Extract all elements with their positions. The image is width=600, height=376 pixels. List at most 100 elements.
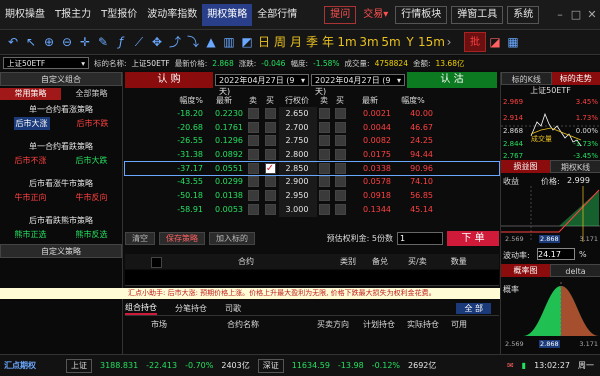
chart-down-icon[interactable]: ⤵ — [184, 30, 202, 54]
period-3m[interactable]: 3m — [358, 30, 380, 54]
table-row[interactable]: -58.91 0.0053 3.000 0.1344 45.14 — [125, 202, 499, 217]
tab-other[interactable]: 司歌 — [225, 303, 241, 314]
sell-checkbox[interactable] — [318, 121, 330, 133]
arrow-right-icon[interactable]: › — [440, 30, 458, 54]
menu-system[interactable]: 系统 — [507, 5, 540, 24]
batch-button[interactable]: 批 — [464, 32, 486, 52]
zoom-in-icon[interactable]: ⊕ — [40, 30, 58, 54]
tab-pnl[interactable]: 损益图 — [501, 160, 550, 173]
buy-checkbox[interactable] — [264, 108, 276, 119]
close-icon[interactable]: ✕ — [584, 8, 600, 21]
table-row[interactable]: -20.68 0.1761 2.700 0.0044 46.67 — [125, 120, 499, 135]
tab-trend[interactable]: 标的走势 — [551, 72, 600, 85]
quantity-input[interactable] — [397, 232, 443, 245]
buy-checkbox[interactable] — [334, 149, 346, 161]
strategy-no-rise[interactable]: 后市不涨 — [15, 154, 47, 167]
tab-split-position[interactable]: 分笔持仓 — [175, 303, 207, 314]
area-chart-icon[interactable]: ◩ — [238, 30, 256, 54]
menu-t-main[interactable]: T报主力 — [50, 4, 96, 26]
underlying-select[interactable]: 上证50ETF ▾ — [3, 57, 89, 69]
select-all-checkbox[interactable] — [151, 256, 162, 268]
volatility-input[interactable] — [537, 248, 575, 260]
grid-icon[interactable]: ▦ — [504, 30, 522, 54]
sell-checkbox[interactable] — [247, 162, 259, 174]
expiry-select-left[interactable]: 2022年04月27日 (9天) ▾ — [215, 74, 309, 96]
table-row[interactable]: -50.18 0.0138 2.950 0.0918 56.85 — [125, 189, 499, 203]
buy-checkbox[interactable] — [334, 190, 346, 202]
clear-button[interactable]: 清空 — [125, 232, 155, 245]
strategy-big-rise[interactable]: 后市大涨 — [13, 117, 50, 130]
strategy-bull-reverse[interactable]: 牛市反向 — [76, 191, 108, 204]
sell-checkbox[interactable] — [247, 190, 259, 202]
tab-delta[interactable]: delta — [550, 264, 600, 277]
tab-all-strategy[interactable]: 全部策略 — [61, 88, 122, 100]
strategy-big-fall[interactable]: 后市大跌 — [76, 154, 108, 167]
menu-option-trading[interactable]: 期权操盘 — [0, 4, 50, 26]
all-button[interactable]: 全 部 — [456, 303, 491, 314]
chart-line-icon[interactable]: ⟋ — [130, 30, 148, 54]
period-quarter[interactable]: 季 — [304, 30, 320, 54]
zoom-out-icon[interactable]: ⊖ — [58, 30, 76, 54]
custom-combo-button[interactable]: 自定义组合 — [0, 72, 122, 86]
sell-checkbox[interactable] — [247, 108, 259, 119]
buy-checkbox[interactable]: ✓ — [264, 162, 276, 174]
order-row[interactable] — [125, 270, 499, 286]
period-15m[interactable]: 15m — [418, 30, 445, 54]
email-icon[interactable]: ✉ — [507, 361, 514, 370]
menu-trade[interactable]: 交易▾ — [358, 4, 393, 26]
custom-strategy-button[interactable]: 自定义策略 — [0, 244, 122, 258]
strategy-bear-forward[interactable]: 熊市正选 — [15, 228, 47, 241]
buy-checkbox[interactable] — [264, 149, 276, 161]
buy-checkbox[interactable] — [264, 121, 276, 133]
buy-checkbox[interactable] — [334, 135, 346, 147]
add-underlying-button[interactable]: 加入标的 — [209, 232, 255, 245]
menu-question[interactable]: 提问 — [324, 5, 357, 24]
sh-label[interactable]: 上证 — [66, 358, 92, 373]
menu-all-quotes[interactable]: 全部行情 — [252, 4, 302, 26]
buy-checkbox[interactable] — [334, 162, 346, 174]
maximize-icon[interactable]: □ — [568, 8, 584, 21]
period-month[interactable]: 月 — [288, 30, 304, 54]
table-row[interactable]: -43.55 0.0299 2.900 0.0578 74.10 — [125, 175, 499, 190]
period-5m[interactable]: 5m — [380, 30, 402, 54]
formula-icon[interactable]: ƒ — [112, 30, 130, 54]
menu-volatility-index[interactable]: 波动率指数 — [142, 4, 202, 26]
period-year[interactable]: 年 — [320, 30, 336, 54]
period-1m[interactable]: 1m — [336, 30, 358, 54]
sell-checkbox[interactable] — [247, 135, 259, 147]
sell-checkbox[interactable] — [247, 149, 259, 161]
table-row[interactable]: -37.17 0.0551 ✓ 2.850 0.0338 90.96 — [124, 160, 500, 177]
table-row[interactable]: -26.55 0.1296 2.750 0.0082 24.25 — [125, 134, 499, 149]
menu-popup-tools[interactable]: 弹窗工具 — [451, 5, 504, 24]
buy-checkbox[interactable] — [264, 203, 276, 215]
pen-icon[interactable]: ✎ — [94, 30, 112, 54]
buy-checkbox[interactable] — [334, 176, 346, 188]
sell-checkbox[interactable] — [247, 176, 259, 188]
period-day[interactable]: 日 — [256, 30, 272, 54]
tab-option-kline[interactable]: 期权K线 — [550, 160, 600, 173]
crosshair-icon[interactable]: ✛ — [76, 30, 94, 54]
sell-checkbox[interactable] — [318, 149, 330, 161]
buy-checkbox[interactable] — [264, 190, 276, 202]
sell-checkbox[interactable] — [318, 190, 330, 202]
sell-checkbox[interactable] — [247, 203, 259, 215]
menu-quote-board[interactable]: 行情板块 — [395, 5, 448, 24]
table-row[interactable]: -18.20 0.2230 2.650 0.0021 40.00 — [125, 107, 499, 121]
sell-checkbox[interactable] — [318, 108, 330, 119]
chart-toggle-icon[interactable]: ◪ — [486, 30, 504, 54]
sell-checkbox[interactable] — [318, 135, 330, 147]
period-y[interactable]: Y — [402, 30, 418, 54]
sell-checkbox[interactable] — [318, 162, 330, 174]
menu-option-strategy[interactable]: 期权策略 — [202, 3, 253, 26]
put-button[interactable]: 认 沽 — [407, 72, 497, 88]
expiry-select-right[interactable]: 2022年04月27日 (9天) ▾ — [311, 74, 405, 96]
strategy-bull-forward[interactable]: 牛市正向 — [15, 191, 47, 204]
tab-kline[interactable]: 标的K线 — [501, 72, 552, 85]
sz-label[interactable]: 深证 — [257, 358, 284, 373]
place-order-button[interactable]: 下 单 — [447, 231, 499, 246]
tab-probability[interactable]: 概率图 — [501, 264, 550, 277]
tab-common-strategy[interactable]: 常用策略 — [0, 88, 61, 100]
sell-checkbox[interactable] — [318, 176, 330, 188]
undo-icon[interactable]: ↶ — [4, 30, 22, 54]
minimize-icon[interactable]: – — [552, 8, 568, 21]
